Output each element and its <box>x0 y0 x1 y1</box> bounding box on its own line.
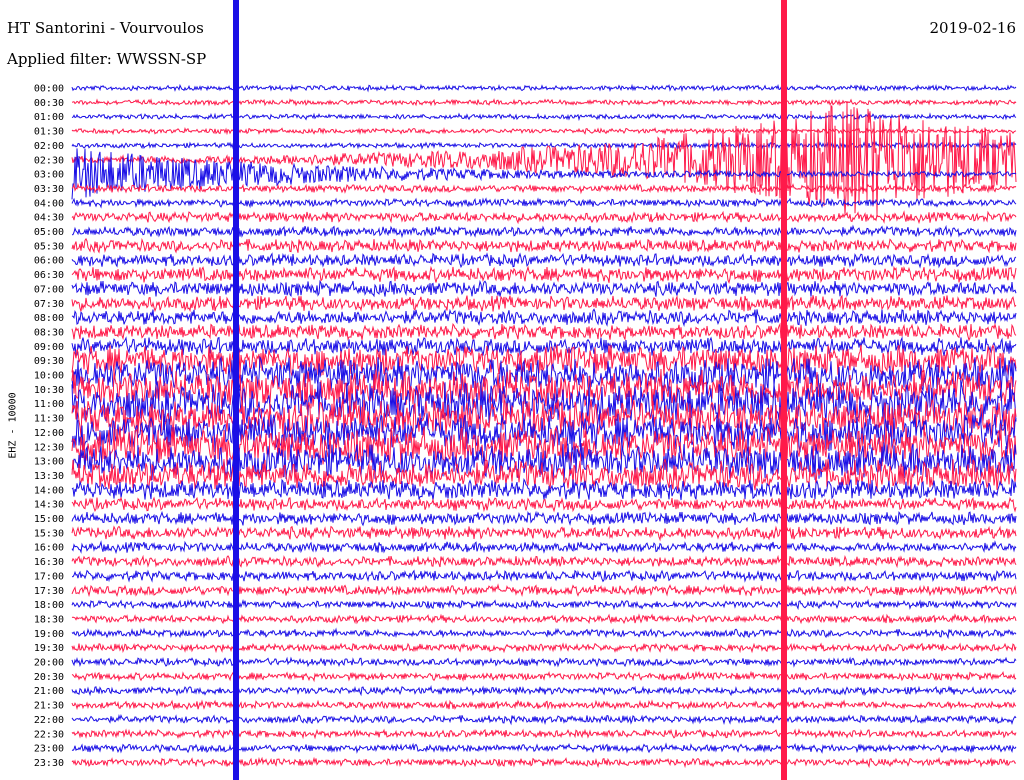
time-tick-label: 17:00 <box>34 571 64 582</box>
trace-line <box>71 112 1017 122</box>
time-tick-label: 13:30 <box>34 471 64 482</box>
trace-line <box>71 685 1017 697</box>
trace-line <box>71 598 1017 611</box>
time-tick-label: 08:00 <box>34 313 64 324</box>
trace-line <box>71 613 1017 625</box>
time-tick-label: 19:00 <box>34 629 64 640</box>
trace-line <box>71 510 1017 527</box>
time-tick-label: 11:00 <box>34 399 64 410</box>
time-tick-label: 16:30 <box>34 557 64 568</box>
time-tick-label: 04:30 <box>34 213 64 224</box>
trace-line <box>71 210 1017 225</box>
time-tick-label: 18:00 <box>34 600 64 611</box>
trace-line <box>71 756 1017 769</box>
time-tick-label: 21:30 <box>34 701 64 712</box>
time-tick-label: 14:30 <box>34 500 64 511</box>
time-tick-label: 15:00 <box>34 514 64 525</box>
time-tick-label: 22:30 <box>34 729 64 740</box>
trace-line <box>71 728 1017 740</box>
time-tick-label: 03:00 <box>34 170 64 181</box>
time-tick-label: 01:00 <box>34 112 64 123</box>
trace-line <box>71 656 1017 668</box>
trace-line <box>71 583 1017 598</box>
time-tick-label: 03:30 <box>34 184 64 195</box>
trace-line <box>71 279 1017 298</box>
time-tick-label: 23:30 <box>34 758 64 769</box>
trace-line <box>71 98 1017 107</box>
trace-line <box>71 322 1017 342</box>
trace-line <box>71 540 1017 555</box>
seismogram-plot: 00:00 00:30 01:00 01:30 02:00 02:30 03:00 03:30… <box>34 0 1017 780</box>
time-tick-label: 09:30 <box>34 356 64 367</box>
event-spike <box>781 0 787 780</box>
time-tick-label: 17:30 <box>34 586 64 597</box>
trace-line <box>71 642 1017 654</box>
time-tick-label: 22:00 <box>34 715 64 726</box>
trace-line <box>71 496 1017 513</box>
time-tick-label: 08:30 <box>34 327 64 338</box>
time-tick-label: 19:30 <box>34 643 64 654</box>
time-tick-label: 06:00 <box>34 256 64 267</box>
time-tick-label: 05:00 <box>34 227 64 238</box>
time-tick-label: 11:30 <box>34 414 64 425</box>
time-tick-label: 18:30 <box>34 614 64 625</box>
trace-line <box>71 182 1017 195</box>
time-tick-label: 00:30 <box>34 98 64 109</box>
time-tick-label: 13:00 <box>34 457 64 468</box>
time-tick-label: 12:00 <box>34 428 64 439</box>
time-tick-label: 00:00 <box>34 84 64 95</box>
time-tick-label: 10:30 <box>34 385 64 396</box>
trace-line <box>71 265 1017 285</box>
time-tick-label: 02:00 <box>34 141 64 152</box>
time-tick-label: 07:00 <box>34 284 64 295</box>
trace-line <box>71 197 1017 209</box>
trace-line <box>71 713 1017 726</box>
time-tick-label: 10:00 <box>34 371 64 382</box>
time-tick-label: 01:30 <box>34 127 64 138</box>
time-tick-label: 06:30 <box>34 270 64 281</box>
trace-line <box>71 525 1017 542</box>
time-tick-label: 12:30 <box>34 442 64 453</box>
time-tick-label: 20:30 <box>34 672 64 683</box>
trace-line <box>71 224 1017 239</box>
trace-line <box>71 627 1017 640</box>
time-tick-label: 21:00 <box>34 686 64 697</box>
time-tick-label: 14:00 <box>34 485 64 496</box>
trace-line <box>71 336 1017 356</box>
trace-line <box>71 308 1017 327</box>
trace-line <box>71 742 1017 754</box>
trace-line <box>71 477 1017 501</box>
time-tick-label: 05:30 <box>34 241 64 252</box>
trace-line <box>71 237 1017 254</box>
trace-line <box>71 83 1017 93</box>
trace-line <box>71 148 1017 200</box>
time-tick-label: 15:30 <box>34 528 64 539</box>
time-tick-label: 23:00 <box>34 744 64 755</box>
trace-line <box>71 569 1017 583</box>
time-tick-label: 20:00 <box>34 658 64 669</box>
time-tick-label: 02:30 <box>34 155 64 166</box>
trace-line <box>71 294 1017 313</box>
trace-line <box>71 554 1017 569</box>
time-tick-label: 16:00 <box>34 543 64 554</box>
time-tick-label: 07:30 <box>34 299 64 310</box>
trace-line <box>71 252 1017 269</box>
time-tick-label: 09:00 <box>34 342 64 353</box>
event-spike <box>233 0 239 780</box>
time-tick-label: 04:00 <box>34 198 64 209</box>
trace-line <box>71 670 1017 683</box>
trace-line <box>71 699 1017 711</box>
